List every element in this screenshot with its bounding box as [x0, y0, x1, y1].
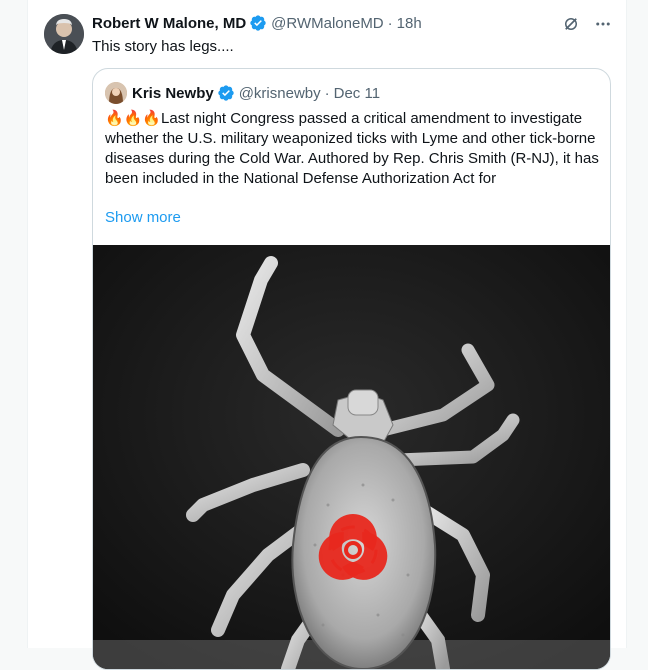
author-name[interactable]: Robert W Malone, MD [92, 15, 246, 32]
grok-icon[interactable] [562, 15, 580, 38]
separator: · [324, 84, 330, 102]
quoted-author-handle: @krisnewby [238, 84, 321, 102]
tweet-actions [562, 15, 612, 38]
more-options-icon[interactable] [594, 15, 612, 38]
tweet-text: This story has legs.... [92, 38, 234, 55]
author-handle[interactable]: @RWMaloneMD [271, 15, 383, 32]
quoted-author-avatar [105, 82, 127, 104]
verified-badge-icon [217, 84, 235, 102]
quoted-tweet-date: Dec 11 [333, 84, 381, 102]
quoted-tweet[interactable]: Kris Newby @krisnewby · Dec 11 🔥🔥🔥Last n… [92, 68, 611, 670]
quoted-author-name: Kris Newby [132, 84, 214, 102]
tweet-header: Robert W Malone, MD @RWMaloneMD · 18h [92, 13, 422, 33]
separator: · [387, 14, 393, 32]
show-more-link[interactable]: Show more [105, 209, 181, 226]
quoted-tweet-image[interactable] [93, 245, 610, 669]
quoted-tweet-text: 🔥🔥🔥Last night Congress passed a critical… [105, 109, 600, 189]
author-avatar[interactable] [44, 14, 84, 54]
quoted-tweet-body: Last night Congress passed a critical am… [105, 110, 599, 187]
quoted-tweet-header: Kris Newby @krisnewby · Dec 11 [105, 82, 380, 104]
tweet-time[interactable]: 18h [397, 15, 422, 32]
fire-emoji: 🔥🔥🔥 [105, 110, 162, 127]
verified-badge-icon[interactable] [249, 14, 267, 32]
tweet-panel: Robert W Malone, MD @RWMaloneMD · 18h Th… [27, 0, 627, 670]
